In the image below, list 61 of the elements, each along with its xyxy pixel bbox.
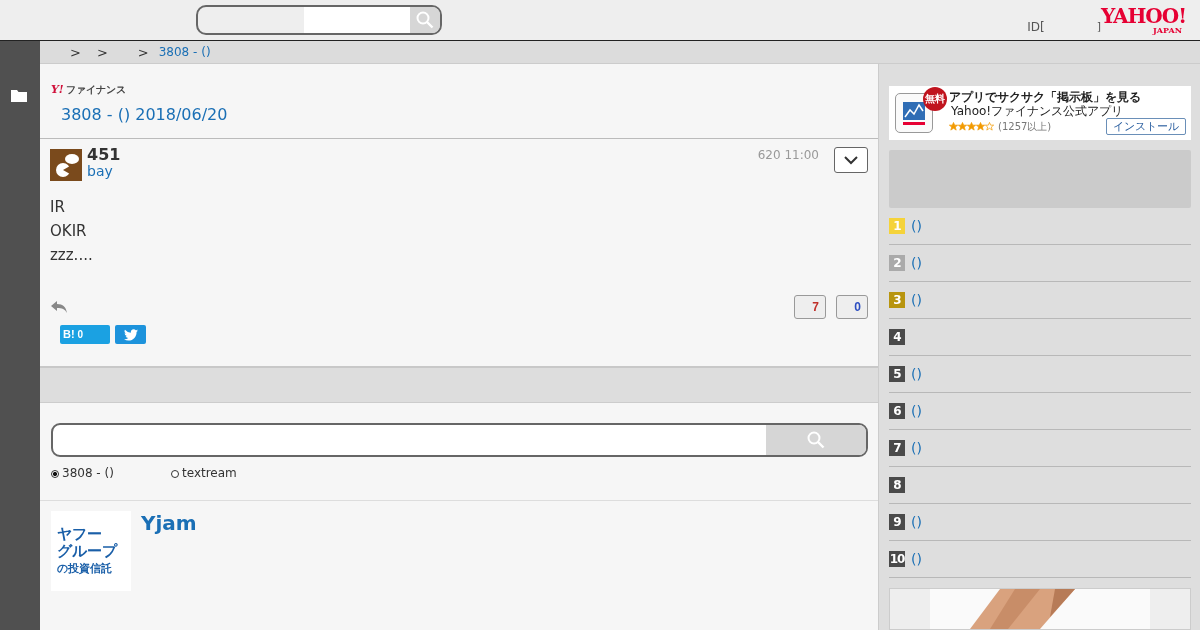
rank-number: 10: [889, 551, 905, 567]
ranking-link[interactable]: (): [911, 403, 922, 419]
twitter-button[interactable]: [115, 325, 146, 344]
breadcrumb-separator: >: [70, 44, 81, 60]
radio-option[interactable]: 3808 - (): [51, 466, 171, 480]
rank-number: 8: [889, 477, 905, 493]
avatar-icon: [50, 149, 82, 181]
ranking-link[interactable]: (): [911, 551, 922, 567]
rank-number: 4: [889, 329, 905, 345]
post-text: IR: [50, 197, 66, 218]
like-button[interactable]: 7: [794, 295, 826, 319]
review-count: (1257以上): [998, 121, 1052, 133]
app-ad[interactable]: 無料 アプリでサクサク「掲示板」を見る Yahoo!ファイナンス公式アプリ (1257以上) インストール: [889, 86, 1191, 140]
search-field[interactable]: [196, 5, 443, 35]
search-icon: [807, 431, 825, 449]
ad-title: アプリでサクサク「掲示板」を見る: [949, 90, 1142, 105]
rank-number: 5: [889, 366, 905, 382]
chevron-down-icon: [844, 155, 858, 165]
dislike-button[interactable]: 0: [836, 295, 868, 319]
yahoo-logo[interactable]: YAHOO! JAPAN: [1100, 6, 1186, 34]
radio-option[interactable]: textream: [171, 466, 291, 480]
login-link[interactable]: ID[: [1027, 20, 1045, 34]
breadcrumb-separator: >: [96, 44, 108, 60]
banner-text: グループ: [57, 543, 119, 561]
ranking-link[interactable]: (): [911, 255, 922, 271]
rank-number: 6: [889, 403, 905, 419]
breadcrumb-link[interactable]: 3808 - (): [158, 45, 211, 59]
rank-number: 3: [889, 292, 905, 308]
hatena-bookmark-button[interactable]: B! 0: [60, 325, 110, 344]
ranking-link[interactable]: (): [911, 440, 922, 456]
ranking-link[interactable]: (): [911, 366, 922, 382]
rank-number: 9: [889, 514, 905, 530]
login-bracket: ]: [1096, 19, 1101, 33]
folder-icon[interactable]: [11, 89, 27, 102]
search-button[interactable]: [410, 7, 441, 33]
post-text: OKIR: [50, 221, 88, 242]
free-badge: 無料: [923, 87, 947, 111]
breadcrumb-separator: >: [137, 44, 149, 60]
ad-subtitle: Yahoo!ファイナンス公式アプリ: [951, 104, 1125, 119]
install-button[interactable]: インストール: [1106, 118, 1186, 136]
bird-icon: [123, 328, 138, 341]
rank-number: 1: [889, 218, 905, 234]
post-text: zzz....: [50, 245, 94, 266]
finance-logo[interactable]: Y! ファイナンス: [51, 83, 126, 97]
search-icon: [416, 11, 435, 29]
reply-icon[interactable]: [50, 299, 68, 315]
banner-text: ヤフー: [57, 525, 103, 544]
user-link[interactable]: bay: [87, 163, 121, 179]
dropdown-button[interactable]: [834, 147, 868, 173]
ranking-link[interactable]: (): [911, 218, 922, 234]
post-time: 620 11:00: [757, 148, 819, 162]
rank-number: 2: [889, 255, 905, 271]
search-field[interactable]: [51, 423, 868, 457]
fund-banner[interactable]: ヤフー グループ の投資信託: [51, 511, 131, 591]
ranking-link[interactable]: (): [911, 514, 922, 530]
banner-text: の投資信託: [57, 563, 113, 577]
post-number: 451: [87, 147, 121, 164]
board-title[interactable]: 3808 - () 2018/06/20: [61, 105, 868, 124]
ranking-link[interactable]: (): [911, 292, 922, 308]
promo-link[interactable]: Yjam: [141, 511, 197, 591]
rank-number: 7: [889, 440, 905, 456]
